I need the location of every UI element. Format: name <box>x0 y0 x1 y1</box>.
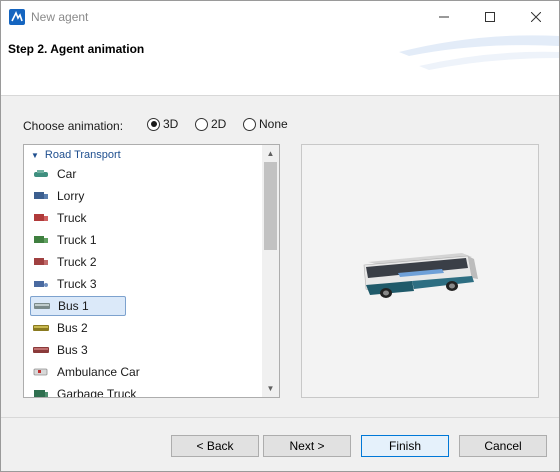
bus-3-icon <box>33 345 49 355</box>
truck-1-icon <box>33 235 49 245</box>
truck-icon <box>33 213 49 223</box>
page-title: Step 2. Agent animation <box>8 42 145 56</box>
list-scrollbar[interactable]: ▲ ▼ <box>262 145 279 397</box>
footer-divider <box>1 417 559 418</box>
choose-animation-label: Choose animation: <box>23 119 124 133</box>
list-item-label: Truck 3 <box>57 277 97 291</box>
list-item-label: Bus 2 <box>57 321 88 335</box>
list-item-truck-2[interactable]: Truck 2 <box>30 252 126 272</box>
scroll-up-arrow-icon[interactable]: ▲ <box>262 145 279 162</box>
list-item-label: Truck 1 <box>57 233 97 247</box>
radio-3d-label: 3D <box>163 117 179 131</box>
maximize-icon <box>485 11 495 22</box>
scroll-down-arrow-icon[interactable]: ▼ <box>262 380 279 397</box>
list-item-truck-3[interactable]: Truck 3 <box>30 274 126 294</box>
close-button[interactable] <box>513 1 559 32</box>
scrollbar-thumb[interactable] <box>264 162 277 250</box>
app-logo-icon <box>9 9 25 25</box>
minimize-button[interactable] <box>421 1 467 32</box>
minimize-icon <box>439 16 449 17</box>
list-item-label: Ambulance Car <box>57 365 140 379</box>
car-icon <box>33 169 49 179</box>
list-item-truck-1[interactable]: Truck 1 <box>30 230 126 250</box>
list-item-label: Car <box>57 167 77 181</box>
bus-3d-model <box>363 253 478 298</box>
bus-2-icon <box>33 323 49 333</box>
cancel-button[interactable]: Cancel <box>459 435 547 457</box>
list-item-lorry[interactable]: Lorry <box>30 186 126 206</box>
maximize-button[interactable] <box>467 1 513 32</box>
back-button[interactable]: < Back <box>171 435 259 457</box>
radio-3d[interactable]: 3D <box>147 117 178 131</box>
list-item-label: Truck <box>57 211 87 225</box>
list-item-bus-2[interactable]: Bus 2 <box>30 318 126 338</box>
radio-2d-label: 2D <box>211 117 227 131</box>
group-road-transport[interactable]: ▼ Road Transport <box>24 147 121 163</box>
list-item-car[interactable]: Car <box>30 164 126 184</box>
close-icon <box>531 11 541 22</box>
wizard-content: Choose animation: 3D 2D None ▼ Road Tran… <box>1 97 559 417</box>
list-item-label: Truck 2 <box>57 255 97 269</box>
list-item-truck[interactable]: Truck <box>30 208 126 228</box>
list-item-bus-3[interactable]: Bus 3 <box>30 340 126 360</box>
list-item-garbage-truck[interactable]: Garbage Truck <box>30 384 150 398</box>
header-decoration <box>399 35 559 70</box>
list-item-ambulance-car[interactable]: Ambulance Car <box>30 362 150 382</box>
list-item-label: Bus 3 <box>57 343 88 357</box>
list-item-label: Bus 1 <box>58 299 89 313</box>
list-item-label: Garbage Truck <box>57 387 137 398</box>
radio-2d[interactable]: 2D <box>195 117 226 131</box>
radio-none-indicator[interactable] <box>243 117 256 131</box>
finish-button[interactable]: Finish <box>361 435 449 457</box>
list-item-bus-1[interactable]: Bus 1 <box>30 296 126 316</box>
window-title: New agent <box>31 10 89 24</box>
group-label: Road Transport <box>44 149 121 161</box>
wizard-header: Step 2. Agent animation <box>1 32 559 96</box>
truck-2-icon <box>33 257 49 267</box>
garbage-truck-icon <box>33 389 49 397</box>
radio-none-label: None <box>259 117 288 131</box>
next-button[interactable]: Next > <box>263 435 351 457</box>
radio-3d-indicator[interactable] <box>147 117 160 131</box>
new-agent-window: New agent Step 2. Agent animation Choose… <box>0 0 560 472</box>
title-bar[interactable]: New agent <box>1 1 559 32</box>
animation-preview <box>301 144 539 398</box>
agent-animation-list[interactable]: ▼ Road Transport Car Lorry Truck Truck 1 <box>23 144 280 398</box>
lorry-icon <box>33 191 49 201</box>
radio-none[interactable]: None <box>243 117 288 131</box>
list-item-label: Lorry <box>57 189 85 203</box>
collapse-arrow-icon[interactable]: ▼ <box>31 151 39 160</box>
ambulance-icon <box>33 367 49 377</box>
truck-3-icon <box>33 279 49 289</box>
bus-1-icon <box>34 301 50 311</box>
radio-2d-indicator[interactable] <box>195 117 208 131</box>
